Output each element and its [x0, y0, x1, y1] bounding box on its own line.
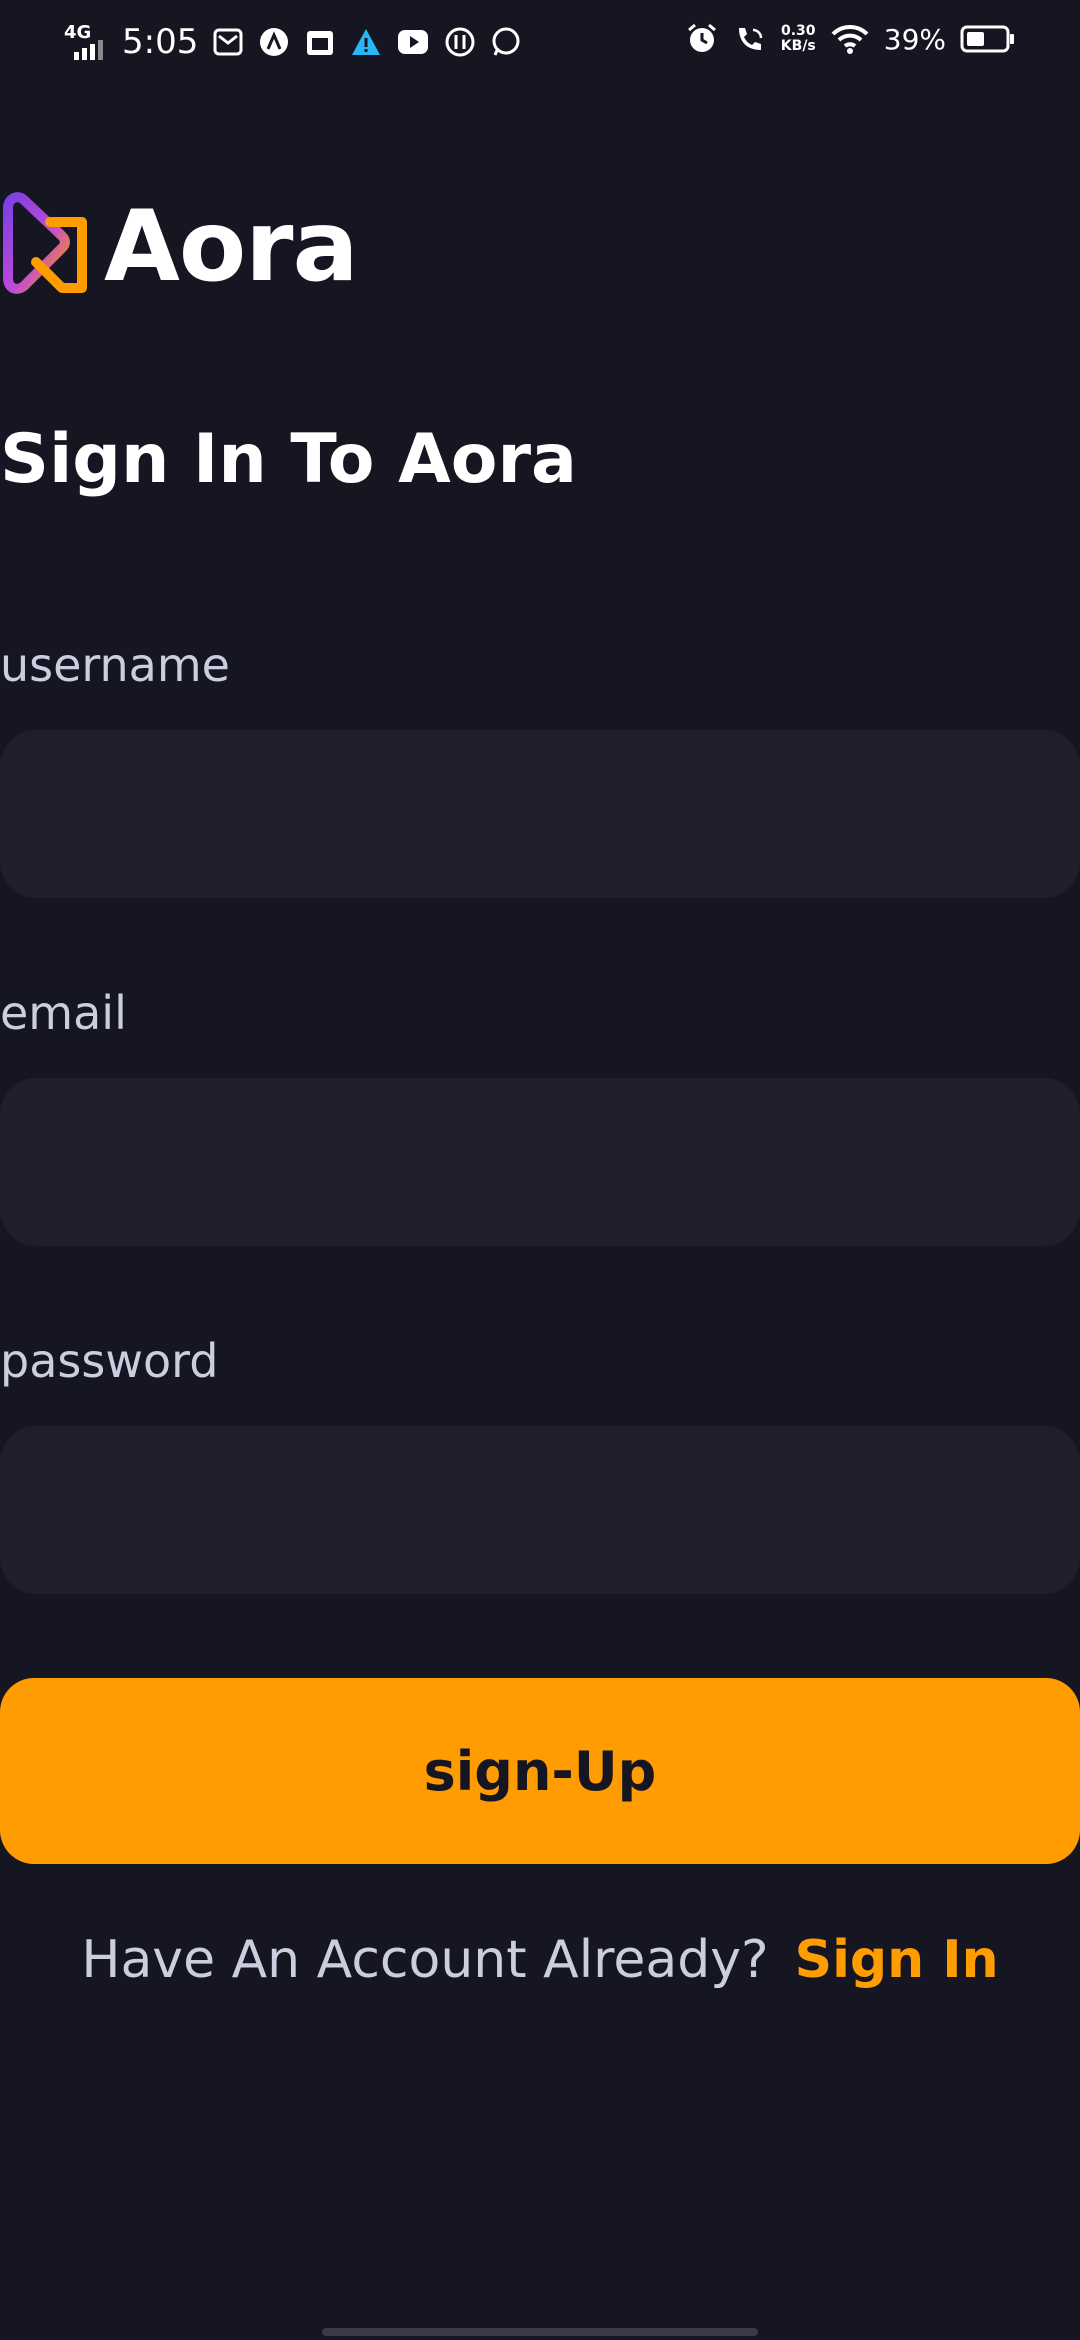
wifi-calling-icon	[733, 22, 767, 56]
battery-percent: 39%	[883, 22, 946, 56]
status-bar-left: 4G 5:05	[64, 22, 522, 62]
aora-logo-icon	[0, 192, 92, 302]
signal-4g-icon: 4G	[64, 22, 108, 62]
home-indicator[interactable]	[322, 2328, 758, 2336]
app-name: Aora	[104, 190, 359, 304]
status-time: 5:05	[122, 22, 199, 62]
wifi-icon	[830, 22, 870, 56]
password-label: password	[0, 1334, 219, 1388]
network-speed-unit: KB/s	[780, 38, 816, 54]
password-field-container	[0, 1426, 1080, 1594]
email-label: email	[0, 986, 127, 1040]
username-field-container	[0, 730, 1080, 898]
calendar-icon	[304, 26, 336, 58]
footer-row: Have An Account Already? Sign In	[0, 1930, 1080, 1990]
app-logo: Aora	[0, 190, 359, 304]
youtube-icon	[396, 26, 430, 58]
status-bar: 4G 5:05 0.30 KB/s 39%	[0, 0, 1080, 84]
password-input[interactable]	[0, 1426, 1080, 1594]
network-speed-value: 0.30	[781, 23, 816, 39]
email-field-container	[0, 1078, 1080, 1246]
network-speed: 0.30 KB/s	[781, 24, 816, 54]
whatsapp-icon	[490, 26, 522, 58]
page-title: Sign In To Aora	[0, 420, 577, 499]
sign-in-link[interactable]: Sign In	[795, 1930, 999, 1990]
app-a-icon	[258, 26, 290, 58]
mail-icon	[212, 26, 244, 58]
sign-up-button[interactable]: sign-Up	[0, 1678, 1080, 1864]
battery-icon	[960, 24, 1016, 54]
warning-icon	[350, 26, 382, 58]
username-label: username	[0, 638, 230, 692]
have-account-text: Have An Account Already?	[81, 1930, 769, 1990]
email-input[interactable]	[0, 1078, 1080, 1246]
username-input[interactable]	[0, 730, 1080, 898]
alarm-icon	[685, 22, 719, 56]
data-icon	[444, 26, 476, 58]
status-bar-right: 0.30 KB/s 39%	[685, 22, 1016, 56]
